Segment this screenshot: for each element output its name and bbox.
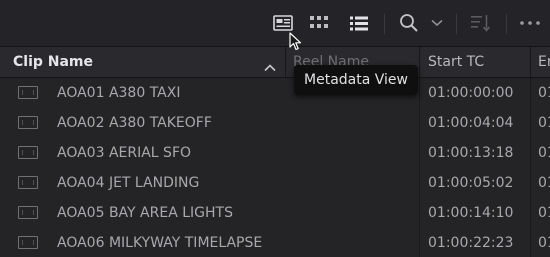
column-header-end-tc[interactable]: End TC [538,47,550,77]
start-tc-cell: 01:00:22:23 [428,235,514,251]
table-row[interactable]: AOA02 A380 TAKEOFF 01:00:04:04 01:00:13:… [0,108,550,139]
tooltip-metadata-view: Metadata View [294,65,418,95]
clip-name-cell: AOA05 BAY AREA LIGHTS [57,205,233,221]
more-options-icon [520,21,540,25]
thumbnail-view-icon [310,16,328,28]
start-tc-cell: 01:00:04:04 [428,115,514,131]
column-divider [419,228,420,257]
list-view-button[interactable] [346,10,372,36]
mouse-cursor-icon [289,32,303,56]
search-options-dropdown[interactable] [428,10,446,36]
clip-name-cell: AOA06 MILKYWAY TIMELAPSE [57,235,263,251]
end-tc-cell: 01:00:05:02 [538,145,550,161]
thumbnail-view-button[interactable] [306,10,332,36]
metadata-view-icon [273,15,293,31]
end-tc-cell: 01:00:22:23 [538,205,550,221]
column-divider [530,198,531,228]
list-view-icon [350,16,368,30]
table-header: Clip Name Reel Name Start TC End TC [0,47,550,78]
table-row[interactable]: AOA05 BAY AREA LIGHTS 01:00:14:10 01:00:… [0,198,550,229]
start-tc-cell: 01:00:05:02 [428,175,514,191]
clip-name-cell: AOA01 A380 TAXI [57,85,181,101]
clip-name-cell: AOA04 JET LANDING [57,175,200,191]
table-row[interactable]: AOA04 JET LANDING 01:00:05:02 01:00:14:1… [0,168,550,199]
toolbar [0,0,550,47]
column-divider [530,78,531,108]
search-icon [400,14,418,32]
start-tc-cell: 01:00:14:10 [428,205,514,221]
column-divider [419,108,420,138]
video-clip-icon [18,206,38,219]
search-button[interactable] [396,10,422,36]
column-divider [419,198,420,228]
toolbar-divider [384,14,385,34]
table-row[interactable]: AOA01 A380 TAXI 01:00:00:00 01:00:04:04 [0,78,550,109]
more-options-button[interactable] [516,10,544,36]
video-clip-icon [18,176,38,189]
end-tc-cell: 01:00:13:18 [538,115,550,131]
clip-name-cell: AOA02 A380 TAKEOFF [57,115,212,131]
video-clip-icon [18,146,38,159]
start-tc-cell: 01:00:13:18 [428,145,514,161]
column-header-start-tc[interactable]: Start TC [428,47,528,77]
column-divider [530,228,531,257]
column-divider [419,168,420,198]
column-divider [530,138,531,168]
toolbar-divider [456,14,457,34]
column-header-clip-name[interactable]: Clip Name [13,47,273,77]
end-tc-cell: 01:00:14:10 [538,175,550,191]
table-row[interactable]: AOA06 MILKYWAY TIMELAPSE 01:00:22:23 01:… [0,228,550,257]
video-clip-icon [18,116,38,129]
clip-name-cell: AOA03 AERIAL SFO [57,145,192,161]
column-divider [530,168,531,198]
column-divider[interactable] [285,47,286,77]
end-tc-cell: 01:00:27:00 [538,235,550,251]
column-divider [419,138,420,168]
column-divider [419,78,420,108]
table-row[interactable]: AOA03 AERIAL SFO 01:00:13:18 01:00:05:02 [0,138,550,169]
start-tc-cell: 01:00:00:00 [428,85,514,101]
end-tc-cell: 01:00:04:04 [538,85,550,101]
chevron-down-icon [431,19,443,27]
sort-ascending-icon[interactable] [264,57,276,76]
sort-icon [471,15,491,32]
media-pool-panel: Clip Name Reel Name Start TC End TC AOA0… [0,0,550,257]
video-clip-icon [18,236,38,249]
column-divider [530,108,531,138]
column-divider[interactable] [419,47,420,77]
video-clip-icon [18,86,38,99]
sort-button[interactable] [468,10,494,36]
column-divider[interactable] [530,47,531,77]
toolbar-divider [506,14,507,34]
